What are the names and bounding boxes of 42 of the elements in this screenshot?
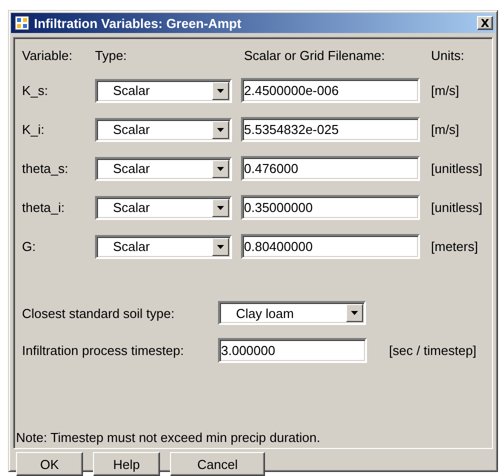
dropdown-arrow-icon (351, 311, 358, 315)
value-header: Scalar or Grid Filename: (243, 48, 386, 64)
type-dropdown[interactable]: Scalar (95, 78, 232, 102)
soil-type-dropdown[interactable]: Clay loam (218, 301, 366, 325)
type-dropdown[interactable]: Scalar (95, 234, 232, 258)
value-field[interactable]: 0.35000000 (241, 195, 420, 220)
units-label: [unitless] (431, 161, 484, 176)
value-field[interactable]: 0.476000 (241, 156, 420, 181)
units-header: Units: (431, 48, 466, 64)
dropdown-arrow-icon (217, 166, 224, 170)
timestep-units: [sec / timestep] (389, 343, 476, 358)
value-field[interactable]: 2.4500000e-006 (241, 78, 420, 103)
timestep-field[interactable]: 3.000000 (218, 338, 367, 363)
value-field[interactable]: 5.5354832e-025 (241, 117, 420, 142)
value-field[interactable]: 0.80400000 (241, 234, 420, 259)
soil-type-label: Closest standard soil type: (22, 306, 176, 320)
close-button[interactable]: X (477, 16, 493, 30)
dropdown-arrow-icon (217, 128, 224, 132)
units-label: [m/s] (431, 83, 460, 98)
type-dropdown[interactable]: Scalar (95, 196, 232, 220)
units-label: [m/s] (431, 122, 460, 137)
variable-header: Variable: (22, 48, 74, 64)
variable-label: K_i: (22, 122, 46, 137)
units-label: [meters] (431, 239, 479, 254)
cancel-button[interactable]: Cancel (170, 452, 265, 476)
type-dropdown[interactable]: Scalar (95, 156, 232, 180)
dropdown-arrow-icon (217, 244, 224, 248)
variable-label: theta_i: (22, 200, 66, 215)
help-button[interactable]: Help (93, 452, 160, 476)
dropdown-arrow-icon (217, 206, 224, 210)
dropdown-arrow-icon (217, 88, 224, 92)
variable-label: G: (22, 239, 37, 254)
variable-label: K_s: (22, 83, 50, 98)
app-icon (14, 15, 30, 31)
type-header: Type: (95, 48, 128, 64)
timestep-label: Infiltration process timestep: (22, 343, 185, 358)
note-text: Note: Timestep must not exceed min precip duration. (16, 430, 322, 445)
type-dropdown[interactable]: Scalar (95, 118, 232, 142)
units-label: [unitless] (431, 200, 484, 215)
variable-label: theta_s: (22, 161, 70, 176)
ok-button[interactable]: OK (16, 452, 83, 476)
window-title: Infiltration Variables: Green-Ampt (34, 16, 242, 30)
